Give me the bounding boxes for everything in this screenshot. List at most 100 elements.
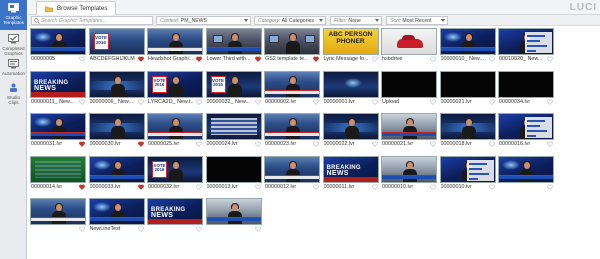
tab-browse-templates[interactable]: Browse Templates — [36, 1, 117, 15]
template-thumbnail[interactable] — [30, 28, 86, 55]
favorite-heart-icon[interactable] — [430, 56, 436, 62]
favorite-heart-icon[interactable] — [371, 141, 378, 147]
category-select[interactable]: Category: All Categories — [254, 16, 326, 25]
template-tile[interactable]: 00000010.lvr — [381, 155, 437, 192]
favorite-heart-icon[interactable] — [137, 141, 144, 147]
favorite-heart-icon[interactable] — [79, 99, 85, 105]
favorite-heart-icon[interactable] — [547, 99, 553, 105]
template-thumbnail[interactable] — [30, 155, 86, 183]
template-thumbnail[interactable] — [498, 113, 554, 140]
template-tile[interactable]: GS2 template te... — [264, 28, 320, 64]
template-tile[interactable]: BREAKING NEWS 00000011.lvr — [322, 155, 379, 192]
favorite-heart-icon[interactable] — [547, 56, 553, 62]
favorite-heart-icon[interactable] — [79, 56, 85, 62]
favorite-heart-icon[interactable] — [196, 226, 202, 232]
favorite-heart-icon[interactable] — [137, 226, 144, 232]
template-thumbnail[interactable]: VOTE 2016 — [147, 70, 203, 98]
template-thumbnail[interactable] — [264, 155, 320, 183]
template-tile[interactable] — [30, 198, 86, 234]
favorite-heart-icon[interactable] — [547, 141, 553, 147]
template-tile[interactable]: VOTE 2016 LYRCA2D_ New.t... — [147, 70, 203, 107]
template-thumbnail[interactable] — [205, 28, 262, 55]
favorite-heart-icon[interactable] — [79, 226, 85, 232]
favorite-heart-icon[interactable] — [254, 141, 261, 147]
favorite-heart-icon[interactable] — [313, 56, 319, 62]
template-tile[interactable]: 00000034.lvr — [498, 70, 554, 107]
template-tile[interactable]: ABC PERSON PHONER Lyric Message fo... — [322, 28, 379, 64]
search-input[interactable]: Search Graphic Templates... — [31, 16, 153, 25]
template-thumbnail[interactable] — [381, 28, 437, 55]
favorite-heart-icon[interactable] — [137, 184, 144, 190]
template-thumbnail[interactable] — [205, 198, 262, 225]
sort-select[interactable]: Sort: Most Recent — [386, 16, 448, 25]
template-thumbnail[interactable] — [381, 155, 437, 183]
template-tile[interactable] — [498, 155, 554, 192]
template-thumbnail[interactable] — [498, 155, 554, 183]
template-thumbnail[interactable] — [381, 113, 437, 140]
template-tile[interactable]: Lower Third with... — [205, 28, 262, 64]
template-tile[interactable]: VOTE 2016 ABCDEFGHIJKLM... — [88, 28, 145, 64]
template-thumbnail[interactable] — [439, 70, 496, 98]
template-tile[interactable]: 00000010_ New... — [439, 28, 496, 64]
favorite-heart-icon[interactable] — [488, 99, 495, 105]
favorite-heart-icon[interactable] — [254, 56, 261, 62]
template-tile[interactable]: 00000013.lvr — [205, 155, 262, 192]
template-thumbnail[interactable] — [205, 113, 262, 140]
template-tile[interactable]: 00000010.lvr — [439, 155, 496, 192]
template-tile[interactable]: 00000002.lvr — [264, 70, 320, 107]
template-tile[interactable]: 00000025.lvr — [147, 113, 203, 149]
template-thumbnail[interactable]: BREAKING NEWS — [30, 70, 86, 98]
template-thumbnail[interactable] — [88, 113, 145, 140]
template-tile[interactable]: 00010020_ New... — [498, 28, 554, 64]
template-thumbnail[interactable] — [439, 155, 496, 183]
favorite-heart-icon[interactable] — [430, 184, 436, 190]
template-thumbnail[interactable] — [322, 70, 379, 98]
template-tile[interactable]: 00000024.lvr — [205, 113, 262, 149]
template-tile[interactable]: Upload — [381, 70, 437, 107]
template-tile[interactable]: 00000006_ New... — [88, 70, 145, 107]
filter-select[interactable]: Filter: None — [330, 16, 382, 25]
template-tile[interactable]: VOTE 2016 00000032.lvr — [147, 155, 203, 192]
template-tile[interactable]: 00000012.lvr — [264, 155, 320, 192]
favorite-heart-icon[interactable] — [254, 184, 261, 190]
nav-studio-clips[interactable]: Studio Clips — [0, 80, 27, 110]
context-select[interactable]: Context: PM_NEWS — [156, 16, 251, 25]
template-thumbnail[interactable]: BREAKING NEWS — [322, 155, 379, 183]
template-thumbnail[interactable] — [30, 113, 86, 140]
favorite-heart-icon[interactable] — [547, 184, 553, 190]
template-thumbnail[interactable]: VOTE 2016 — [147, 155, 203, 183]
favorite-heart-icon[interactable] — [137, 56, 144, 62]
template-thumbnail[interactable] — [88, 155, 145, 183]
template-tile[interactable] — [205, 198, 262, 234]
template-tile[interactable]: BREAKING NEWS — [147, 198, 203, 234]
template-thumbnail[interactable] — [498, 70, 554, 98]
favorite-heart-icon[interactable] — [313, 99, 319, 105]
template-tile[interactable]: 00000023.lvr — [264, 113, 320, 149]
favorite-heart-icon[interactable] — [196, 184, 202, 190]
favorite-heart-icon[interactable] — [313, 184, 319, 190]
template-tile[interactable]: hsbdrive — [381, 28, 437, 64]
template-tile[interactable]: 00000005 — [30, 28, 86, 64]
template-tile[interactable]: 00000021.lvr — [439, 70, 496, 107]
favorite-heart-icon[interactable] — [313, 141, 319, 147]
template-tile[interactable]: 00000016.lvr — [498, 113, 554, 149]
template-thumbnail[interactable] — [439, 28, 496, 55]
favorite-heart-icon[interactable] — [488, 184, 495, 190]
favorite-heart-icon[interactable] — [430, 141, 436, 147]
favorite-heart-icon[interactable] — [430, 99, 436, 105]
template-tile[interactable]: VOTE 2016 00000032_ New... — [205, 70, 262, 107]
template-thumbnail[interactable] — [381, 70, 437, 98]
template-thumbnail[interactable]: ABC PERSON PHONER — [322, 28, 379, 55]
favorite-heart-icon[interactable] — [371, 184, 378, 190]
favorite-heart-icon[interactable] — [137, 99, 144, 105]
template-thumbnail[interactable] — [322, 113, 379, 140]
template-tile[interactable]: 00000022.lvr — [322, 113, 379, 149]
nav-graphic-templates[interactable]: Graphic Templates — [0, 0, 27, 30]
favorite-heart-icon[interactable] — [79, 141, 85, 147]
template-thumbnail[interactable] — [498, 28, 554, 55]
template-tile[interactable]: 00000018.lvr — [439, 113, 496, 149]
template-tile[interactable]: 00000033.lvr — [88, 155, 145, 192]
template-thumbnail[interactable]: VOTE 2016 — [205, 70, 262, 98]
template-thumbnail[interactable] — [88, 70, 145, 98]
template-thumbnail[interactable] — [147, 113, 203, 140]
